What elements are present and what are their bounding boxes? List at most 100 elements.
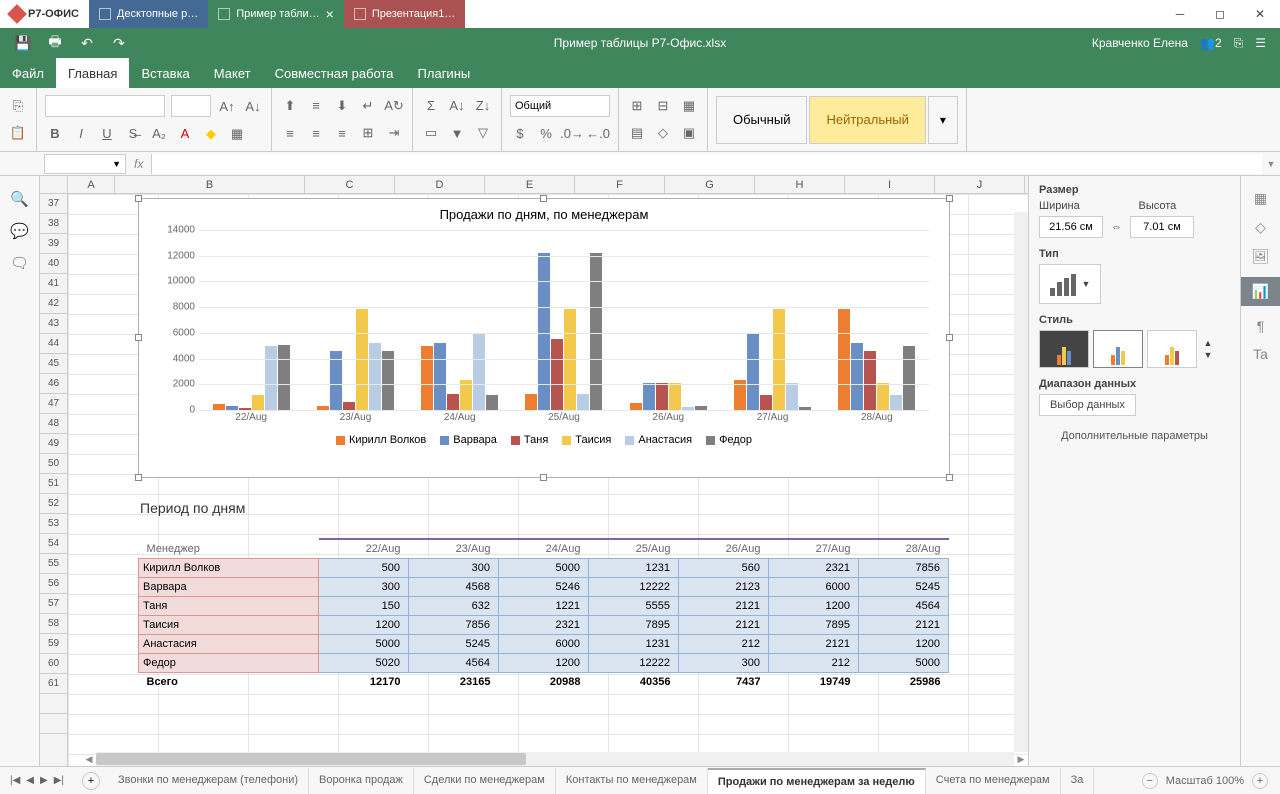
select-all-corner[interactable] [40,176,68,193]
chat-icon[interactable]: 🗨 [10,254,29,272]
strike-icon[interactable]: S̶ [123,124,143,144]
menu-Главная[interactable]: Главная [56,58,129,88]
menu-Совместная работа[interactable]: Совместная работа [263,58,406,88]
percent-icon[interactable]: % [536,124,556,144]
name-box[interactable]: ▼ [44,154,126,174]
row-header[interactable]: 46 [40,374,67,394]
row-header[interactable]: 45 [40,354,67,374]
increase-font-icon[interactable]: A↑ [217,96,237,116]
sheet-tab[interactable]: Звонки по менеджерам (телефони) [108,768,309,794]
borders-icon[interactable]: ▦ [227,124,247,144]
sheet-prev-icon[interactable]: ◀ [26,775,34,786]
row-header[interactable]: 55 [40,554,67,574]
sheet-next-icon[interactable]: ▶ [40,775,48,786]
decimal-dec-icon[interactable]: ←.0 [588,124,608,144]
resize-handle[interactable] [135,334,142,341]
advanced-link[interactable]: Дополнительные параметры [1039,430,1230,442]
menu-Вставка[interactable]: Вставка [129,58,201,88]
row-header[interactable]: 50 [40,454,67,474]
currency-icon[interactable]: $ [510,124,530,144]
zoom-out-button[interactable]: − [1142,773,1158,789]
filter-icon[interactable]: ▼ [447,123,467,143]
resize-handle[interactable] [135,474,142,481]
row-header[interactable]: 54 [40,534,67,554]
copy-icon[interactable]: ⎘ [8,96,28,116]
conditional-format-icon[interactable]: ▦ [679,96,699,116]
sheet-tab[interactable]: Воронка продаж [309,768,414,794]
underline-icon[interactable]: U [97,124,117,144]
row-header[interactable]: 57 [40,594,67,614]
column-header[interactable]: I [845,176,935,193]
style-down[interactable]: ▼ [1201,350,1215,360]
width-input[interactable] [1039,216,1103,238]
merge-icon[interactable]: ⊞ [358,123,378,143]
chart-style-1[interactable] [1039,330,1089,368]
table-settings-icon[interactable]: ▦ [1254,190,1267,207]
insert-cells-icon[interactable]: ⊞ [627,96,647,116]
sort-desc-icon[interactable]: Z↓ [473,96,493,116]
cell-grid[interactable]: Продажи по дням, по менеджерам 020004000… [68,194,1028,766]
select-data-button[interactable]: Выбор данных [1039,394,1136,416]
row-header[interactable]: 39 [40,234,67,254]
sort-asc-icon[interactable]: A↓ [447,96,467,116]
align-top-icon[interactable]: ⬆ [280,96,300,116]
link-dimensions-icon[interactable]: ⇔ [1111,221,1122,233]
table-format-icon[interactable]: ▤ [627,123,647,143]
resize-handle[interactable] [946,195,953,202]
print-icon[interactable]: 🖶 [46,34,64,52]
resize-handle[interactable] [540,474,547,481]
column-header[interactable]: E [485,176,575,193]
open-location-icon[interactable]: ⎘ [1234,36,1244,51]
resize-handle[interactable] [540,195,547,202]
style-normal[interactable]: Обычный [716,96,807,144]
share-icon[interactable]: 👥2 [1200,36,1222,50]
fx-icon[interactable]: fx [126,154,152,174]
delete-cells-icon[interactable]: ⊟ [653,96,673,116]
column-header[interactable]: D [395,176,485,193]
file-tab[interactable]: Презентация1… [344,0,466,28]
sheet-tab[interactable]: За [1061,768,1095,794]
column-header[interactable]: B [115,176,305,193]
italic-icon[interactable]: I [71,124,91,144]
align-middle-icon[interactable]: ≡ [306,96,326,116]
resize-handle[interactable] [946,474,953,481]
align-bottom-icon[interactable]: ⬇ [332,96,352,116]
font-size-select[interactable] [171,95,211,117]
file-tab[interactable]: Пример табли…× [208,0,344,28]
comments-icon[interactable]: 💬 [10,222,29,240]
column-header[interactable]: C [305,176,395,193]
row-header[interactable]: 51 [40,474,67,494]
formula-expand[interactable]: ▼ [1262,159,1280,169]
sheet-first-icon[interactable]: |◀ [10,775,20,786]
named-range-icon[interactable]: ▭ [421,123,441,143]
add-sheet-button[interactable]: + [82,772,100,790]
sheet-tab[interactable]: Счета по менеджерам [926,768,1061,794]
row-header[interactable]: 37 [40,194,67,214]
resize-handle[interactable] [946,334,953,341]
row-header[interactable]: 53 [40,514,67,534]
vertical-scrollbar[interactable] [1014,212,1028,752]
row-header[interactable] [40,714,67,734]
font-color-icon[interactable]: A [175,124,195,144]
align-center-icon[interactable]: ≡ [306,123,326,143]
column-header[interactable]: F [575,176,665,193]
menu-icon[interactable]: ☰ [1255,36,1266,50]
maximize-button[interactable]: ◻ [1200,0,1240,28]
file-tab[interactable]: Десктопные р… [89,0,208,28]
clear-icon[interactable]: ◇ [653,123,673,143]
row-header[interactable]: 42 [40,294,67,314]
row-header[interactable]: 58 [40,614,67,634]
font-family-select[interactable] [45,95,165,117]
menu-Плагины[interactable]: Плагины [406,58,483,88]
sheet-tab[interactable]: Продажи по менеджерам за неделю [708,768,926,794]
indent-icon[interactable]: ⇥ [384,123,404,143]
sheet-tab[interactable]: Контакты по менеджерам [556,768,708,794]
clear-filter-icon[interactable]: ▽ [473,123,493,143]
align-left-icon[interactable]: ≡ [280,123,300,143]
column-header[interactable]: G [665,176,755,193]
redo-icon[interactable]: ↷ [110,34,128,52]
close-icon[interactable]: × [326,6,334,22]
decrease-font-icon[interactable]: A↓ [243,96,263,116]
row-header[interactable]: 61 [40,674,67,694]
cell-format-icon[interactable]: ▣ [679,123,699,143]
